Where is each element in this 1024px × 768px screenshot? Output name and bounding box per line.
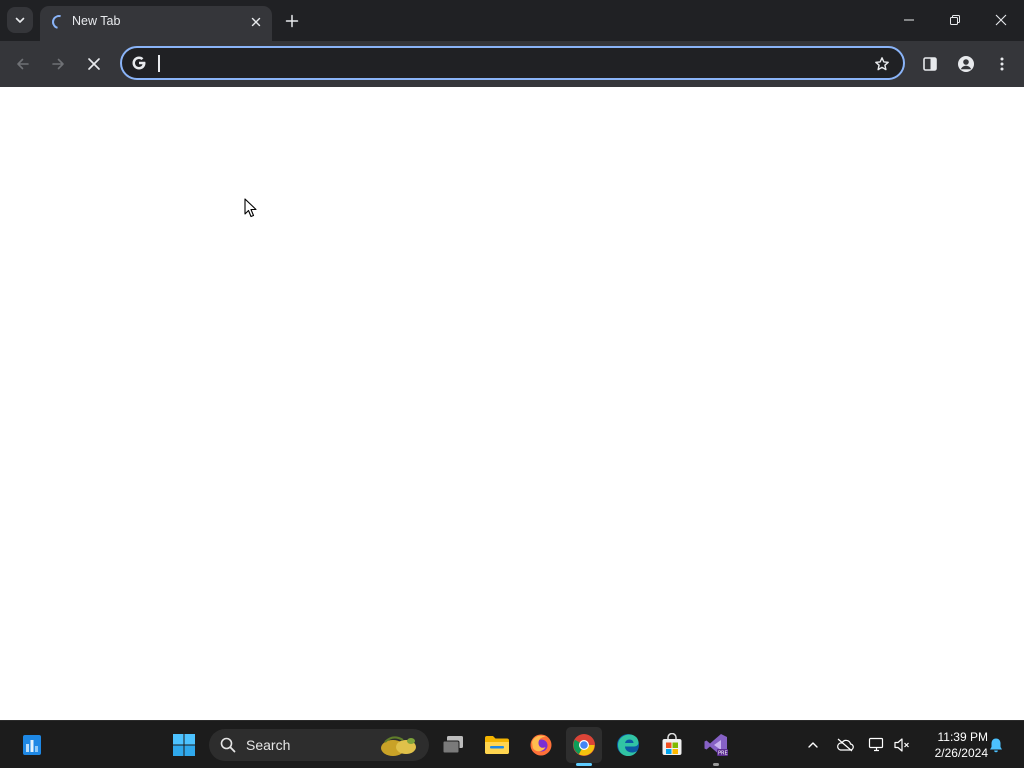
bookmark-button[interactable] [871, 53, 893, 75]
onedrive-button[interactable] [833, 733, 857, 757]
windows-start-icon [173, 734, 195, 756]
start-button[interactable] [166, 727, 202, 763]
windows-taskbar: Search PRE 11:39 PM 2/26/2024 [0, 720, 1024, 768]
minimize-icon [904, 19, 914, 21]
star-icon [875, 57, 889, 71]
folder-icon [485, 736, 509, 754]
taskbar-clock[interactable]: 11:39 PM 2/26/2024 [918, 729, 988, 761]
new-tab-button[interactable] [280, 9, 304, 33]
taskbar-app-visual-studio[interactable]: PRE [698, 727, 734, 766]
side-panel-icon [923, 57, 937, 71]
volume-muted-icon [894, 738, 909, 752]
restore-button[interactable] [932, 0, 978, 40]
address-bar[interactable] [120, 46, 905, 80]
search-label: Search [246, 737, 291, 753]
chevron-down-icon [15, 17, 25, 23]
network-button[interactable] [865, 733, 889, 757]
task-view-button[interactable] [435, 727, 471, 763]
notification-bell-icon [990, 738, 1002, 753]
profile-button[interactable] [950, 48, 982, 80]
google-g-icon [129, 53, 149, 73]
stop-loading-button[interactable] [78, 48, 110, 80]
taskbar-search-box[interactable]: Search [209, 729, 429, 761]
page-content [0, 87, 1024, 720]
back-button[interactable] [7, 48, 39, 80]
notifications-button[interactable] [984, 733, 1008, 757]
active-app-indicator [576, 763, 592, 766]
arrow-right-icon [52, 58, 64, 70]
tab-title: New Tab [72, 14, 121, 28]
profile-icon [958, 56, 974, 72]
address-input[interactable] [156, 52, 856, 74]
network-icon [868, 737, 884, 752]
close-window-button[interactable] [978, 0, 1024, 40]
arrow-left-icon [17, 58, 29, 70]
mouse-cursor-icon [244, 198, 257, 218]
browser-toolbar [0, 41, 1024, 87]
widgets-icon [23, 735, 41, 755]
taskbar-app-firefox[interactable] [523, 727, 559, 763]
chrome-icon [573, 734, 595, 756]
minimize-button[interactable] [886, 0, 932, 40]
side-panel-button[interactable] [914, 48, 946, 80]
taskbar-app-store[interactable] [654, 727, 690, 763]
loading-spinner-icon [49, 12, 69, 32]
taskbar-app-file-explorer[interactable] [479, 727, 515, 763]
clock-date: 2/26/2024 [934, 746, 988, 760]
chevron-up-icon [808, 742, 818, 748]
tab-new-tab[interactable]: New Tab [40, 6, 272, 41]
taskbar-app-edge[interactable] [610, 727, 646, 763]
forward-button[interactable] [42, 48, 74, 80]
widgets-button[interactable] [14, 727, 50, 763]
close-icon [995, 14, 1007, 26]
restore-icon [950, 15, 960, 25]
browser-tab-strip: New Tab [0, 0, 1024, 41]
store-icon [662, 733, 682, 755]
show-hidden-icons-button[interactable] [801, 733, 825, 757]
svg-text:PRE: PRE [718, 751, 728, 757]
search-icon [220, 737, 236, 753]
firefox-icon [530, 734, 552, 756]
volume-button[interactable] [890, 733, 914, 757]
open-app-indicator [713, 763, 719, 766]
edge-icon [617, 734, 639, 756]
tab-close-button[interactable] [248, 14, 264, 30]
text-caret [158, 55, 160, 72]
task-view-icon [442, 736, 463, 754]
visual-studio-icon: PRE [704, 734, 728, 757]
tab-search-button[interactable] [7, 7, 33, 33]
clock-time: 11:39 PM [937, 730, 988, 744]
taskbar-app-chrome[interactable] [566, 727, 602, 766]
plus-icon [285, 14, 299, 28]
search-highlight-icon [381, 736, 416, 756]
kebab-menu-icon [1000, 57, 1004, 71]
stop-x-icon [88, 58, 100, 70]
menu-button[interactable] [986, 48, 1018, 80]
cloud-off-icon [837, 738, 854, 752]
close-icon [251, 17, 261, 27]
